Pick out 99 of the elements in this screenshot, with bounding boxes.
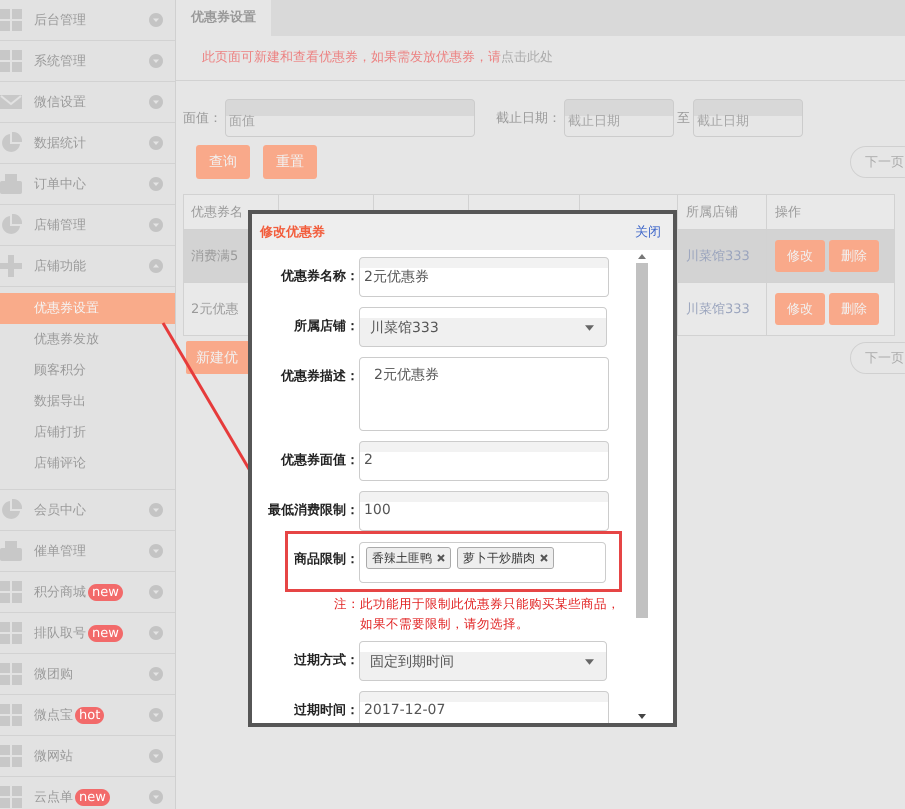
field-label: 所属店铺： xyxy=(292,318,359,335)
remove-icon[interactable] xyxy=(437,554,445,562)
field-label: 商品限制： xyxy=(293,550,359,568)
remove-icon[interactable] xyxy=(540,554,548,562)
tab[interactable]: 优惠券设置 xyxy=(176,0,271,36)
caret-icon xyxy=(585,325,594,331)
expand-icon[interactable] xyxy=(149,218,163,232)
field-label: 至 xyxy=(677,110,690,127)
menu-label: 微信设置 xyxy=(34,94,86,111)
sidebar-item[interactable]: 微网站 xyxy=(0,736,175,777)
scroll-up-icon[interactable] xyxy=(638,254,646,259)
value-field[interactable]: 面值 xyxy=(225,99,475,137)
submenu-item[interactable]: 顾客积分 xyxy=(0,355,175,386)
text-field[interactable]: 2017-12-07 xyxy=(359,691,609,723)
tag-field[interactable]: 香辣土匪鸭 萝卜干炒腊肉 xyxy=(359,542,606,583)
date-field[interactable]: 截止日期 xyxy=(693,99,803,137)
sidebar-item[interactable]: 微团购 xyxy=(0,654,175,695)
field-label: 优惠券面值： xyxy=(280,452,359,469)
new-badge: new xyxy=(88,584,123,600)
field-label: 最低消费限制： xyxy=(267,502,359,519)
menu-label: 后台管理 xyxy=(34,12,86,29)
link[interactable]: 点击此处 xyxy=(501,50,553,65)
sidebar-item[interactable]: 店铺功能 xyxy=(0,246,175,287)
expand-icon[interactable] xyxy=(149,13,163,27)
expand-icon[interactable] xyxy=(149,54,163,68)
sidebar-item[interactable]: 微点宝 hot xyxy=(0,695,175,736)
row-action-button[interactable]: 修改 xyxy=(775,240,825,272)
expand-icon[interactable] xyxy=(149,177,163,191)
notice-text: 此页面可新建和查看优惠券，如果需发放优惠券，请点击此处 xyxy=(176,36,905,81)
menu-label: 微网站 xyxy=(34,748,73,765)
menu-label: 排队取号 xyxy=(34,625,86,642)
row-action-button[interactable]: 删除 xyxy=(829,293,879,325)
new-badge: new xyxy=(75,788,110,806)
expand-icon[interactable] xyxy=(149,790,163,804)
next-page-button[interactable]: 下一页 xyxy=(850,342,905,374)
menu-label: 会员中心 xyxy=(34,502,86,519)
select-field[interactable]: 固定到期时间 xyxy=(359,641,607,681)
date-field[interactable]: 截止日期 xyxy=(564,99,674,137)
menu-label: 微点宝 xyxy=(34,707,73,724)
tag-label: 萝卜干炒腊肉 xyxy=(463,550,535,567)
menu-label: 数据统计 xyxy=(34,135,86,152)
next-page-button[interactable]: 下一页 xyxy=(850,146,905,178)
field-label: 面值： xyxy=(183,110,222,127)
expand-icon[interactable] xyxy=(149,136,163,150)
select-field[interactable]: 川菜馆333 xyxy=(359,307,607,347)
expand-icon[interactable] xyxy=(149,585,163,599)
expand-icon[interactable] xyxy=(149,503,163,517)
close-link[interactable]: 关闭 xyxy=(635,223,661,241)
expand-icon[interactable] xyxy=(149,95,163,109)
action-button[interactable]: 重置 xyxy=(263,145,317,179)
menu-label: 订单中心 xyxy=(34,176,86,193)
sidebar-item[interactable]: 订单中心 xyxy=(0,164,175,205)
action-button[interactable]: 查询 xyxy=(196,145,250,179)
sidebar-item[interactable]: 会员中心 xyxy=(0,490,175,531)
menu-label: 云点单 xyxy=(34,789,73,806)
menu-label: 店铺功能 xyxy=(34,258,86,275)
field-label: 过期方式： xyxy=(293,652,359,669)
expand-icon[interactable] xyxy=(149,749,163,763)
submenu-item[interactable]: 优惠券发放 xyxy=(0,324,175,355)
menu-label: 微团购 xyxy=(34,666,73,683)
sidebar-item[interactable]: 店铺管理 xyxy=(0,205,175,246)
field-label: 过期时间： xyxy=(293,702,359,719)
expand-icon[interactable] xyxy=(149,708,163,722)
field-label: 截止日期： xyxy=(496,110,561,127)
menu-label: 催单管理 xyxy=(34,543,86,560)
note-label: 注： xyxy=(334,595,360,613)
textarea-field[interactable]: 2元优惠券 xyxy=(359,357,609,431)
caret-icon xyxy=(585,659,594,665)
submenu-item[interactable]: 店铺打折 xyxy=(0,417,175,448)
tag-label: 香辣土匪鸭 xyxy=(372,550,432,567)
expand-icon[interactable] xyxy=(149,667,163,681)
submenu-item[interactable]: 优惠券设置 xyxy=(0,293,175,324)
menu-label: 店铺管理 xyxy=(34,217,86,234)
new-badge: new xyxy=(88,624,123,642)
field-label: 优惠券描述： xyxy=(280,368,359,385)
sidebar-item[interactable]: 后台管理 xyxy=(0,0,175,41)
menu-label: 积分商城 xyxy=(34,584,86,601)
row-action-button[interactable]: 删除 xyxy=(829,240,879,272)
scroll-down-icon[interactable] xyxy=(638,714,646,719)
sidebar-item[interactable]: 微信设置 xyxy=(0,82,175,123)
new-badge: hot xyxy=(75,706,104,724)
sidebar-item[interactable]: 数据统计 xyxy=(0,123,175,164)
sidebar-item[interactable]: 系统管理 xyxy=(0,41,175,82)
expand-icon[interactable] xyxy=(149,626,163,640)
text-field[interactable]: 2元优惠券 xyxy=(359,257,609,297)
menu-label: 系统管理 xyxy=(34,53,86,70)
submenu-item[interactable]: 数据导出 xyxy=(0,386,175,417)
row-action-button[interactable]: 修改 xyxy=(775,293,825,325)
sidebar-item[interactable]: 积分商城 new xyxy=(0,572,175,613)
text-field[interactable]: 100 xyxy=(359,491,609,531)
sidebar-item[interactable]: 排队取号 new xyxy=(0,613,175,654)
submenu-item[interactable]: 店铺评论 xyxy=(0,448,175,479)
sidebar-item[interactable]: 云点单 new xyxy=(0,777,175,809)
note-text: 此功能用于限制此优惠券只能购买某些商品，如果不需要限制，请勿选择。 xyxy=(360,595,621,633)
collapse-icon[interactable] xyxy=(149,259,163,273)
text-field[interactable]: 2 xyxy=(359,441,609,481)
field-label: 优惠券名称： xyxy=(280,268,359,285)
sidebar-item[interactable]: 催单管理 xyxy=(0,531,175,572)
expand-icon[interactable] xyxy=(149,544,163,558)
